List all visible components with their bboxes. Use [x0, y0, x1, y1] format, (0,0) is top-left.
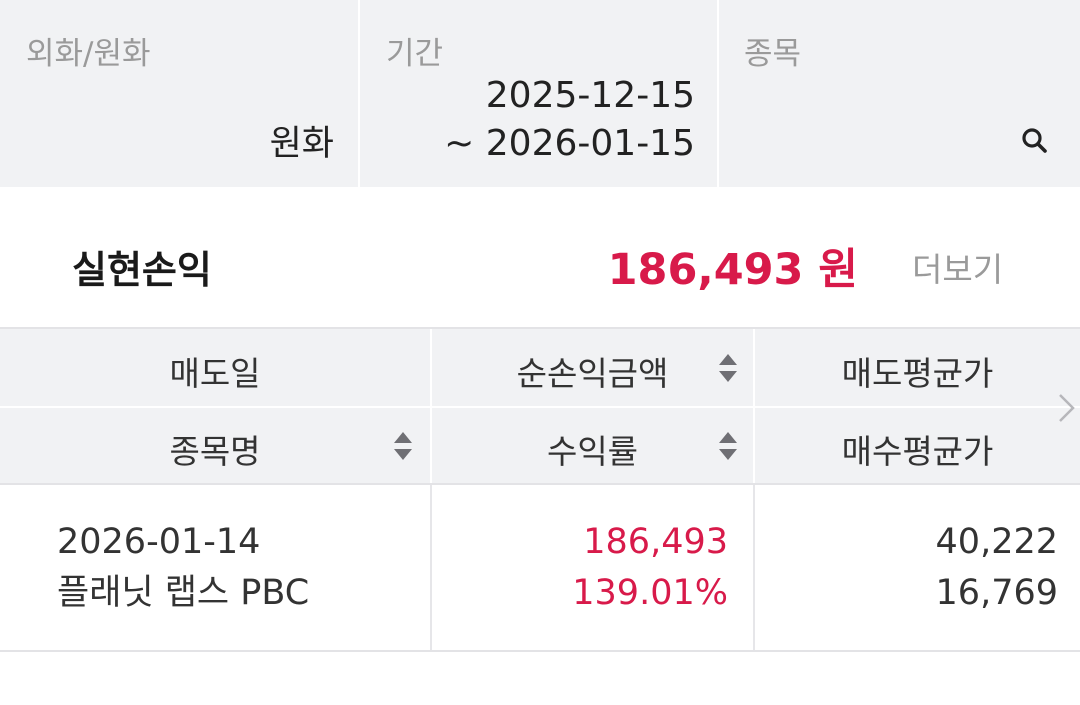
return-rate: 139.01% — [572, 573, 728, 613]
col-stock-name[interactable]: 종목명 — [0, 425, 430, 473]
sell-avg-price: 40,222 — [935, 522, 1058, 562]
realized-profit-summary: 실현손익 186,493 원 더보기 — [0, 187, 1080, 327]
period-range[interactable]: 2025-12-15 ~ 2026-01-15 — [444, 72, 695, 168]
table-row[interactable]: 2026-01-14 플래닛 랩스 PBC 186,493 139.01% 40… — [0, 485, 1080, 652]
stock-filter[interactable]: 종목 — [719, 0, 1080, 187]
period-filter-label: 기간 — [386, 36, 444, 72]
row-column-divider — [430, 485, 432, 650]
col-sell-avg-price[interactable]: 매도평균가 — [755, 347, 1080, 395]
search-icon[interactable] — [1020, 126, 1050, 156]
sort-icon[interactable] — [393, 429, 413, 463]
buy-avg-price: 16,769 — [935, 573, 1058, 613]
currency-filter-value[interactable]: 원화 — [270, 115, 334, 166]
summary-amount: 186,493 원 — [607, 245, 858, 295]
sort-icon[interactable] — [718, 351, 738, 385]
sort-icon[interactable] — [718, 429, 738, 463]
chevron-right-icon[interactable] — [1055, 392, 1077, 424]
col-buy-avg-price[interactable]: 매수평균가 — [755, 425, 1080, 473]
header-divider — [0, 406, 1080, 408]
table-header: 매도일 순손익금액 매도평균가 종목명 수익률 매수평균가 — [0, 327, 1080, 485]
stock-filter-label: 종목 — [744, 36, 802, 72]
currency-filter[interactable]: 외화/원화 원화 — [0, 0, 358, 187]
period-filter[interactable]: 기간 2025-12-15 ~ 2026-01-15 — [360, 0, 717, 187]
net-profit: 186,493 — [583, 522, 728, 562]
summary-title: 실현손익 — [72, 248, 212, 292]
col-sell-date[interactable]: 매도일 — [0, 347, 430, 395]
filter-bar: 외화/원화 원화 기간 2025-12-15 ~ 2026-01-15 종목 — [0, 0, 1080, 187]
col-net-profit[interactable]: 순손익금액 — [432, 347, 753, 395]
more-button[interactable]: 더보기 — [912, 243, 1003, 291]
period-end: ~ 2026-01-15 — [444, 123, 695, 164]
sell-date: 2026-01-14 — [57, 522, 261, 562]
row-column-divider — [753, 485, 755, 650]
col-return-rate[interactable]: 수익률 — [432, 425, 753, 473]
stock-name: 플래닛 랩스 PBC — [57, 573, 310, 613]
period-start: 2025-12-15 — [485, 75, 695, 116]
currency-filter-label: 외화/원화 — [26, 36, 151, 72]
